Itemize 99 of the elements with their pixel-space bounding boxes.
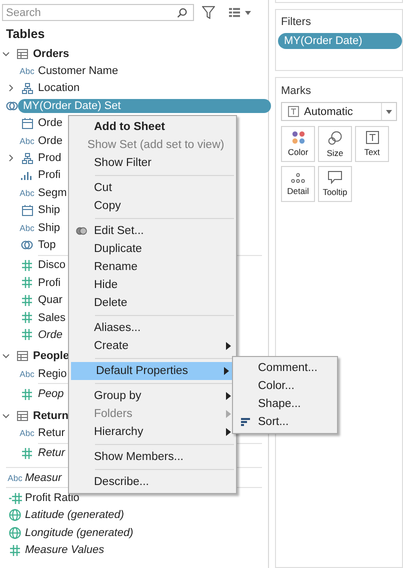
field-name[interactable]: Location <box>38 81 80 96</box>
data-type-label: Abc <box>20 66 34 76</box>
hash-icon <box>22 260 32 271</box>
menu-item[interactable]: Cut <box>69 179 236 197</box>
field-name[interactable]: Disco <box>38 258 66 272</box>
table-name[interactable]: Return <box>33 408 68 422</box>
grid-icon <box>229 8 240 17</box>
field-name[interactable]: Orde <box>38 328 62 342</box>
field-name[interactable]: Orde <box>38 134 62 148</box>
menu-item[interactable]: Sort... <box>233 413 337 431</box>
table-icon <box>16 351 28 362</box>
calendar-icon <box>22 118 32 129</box>
mark-type-dropdown[interactable]: Automatic <box>281 102 397 121</box>
search-icon <box>177 8 187 18</box>
hash-icon <box>22 312 32 324</box>
menu-item[interactable]: Copy <box>69 197 236 215</box>
field-name[interactable]: Retur <box>38 446 65 460</box>
mark-button[interactable]: Detail <box>281 166 315 202</box>
data-type-label: Abc <box>20 368 34 379</box>
hash-icon <box>10 544 20 556</box>
size-icon <box>328 130 342 144</box>
card-title: Marks <box>280 85 312 99</box>
set-icon <box>76 226 87 236</box>
menu-item[interactable]: Color... <box>233 377 337 395</box>
field-name[interactable]: Latitude (generated) <box>25 508 124 522</box>
hierarchy-icon <box>22 152 32 164</box>
section-heading: Tables <box>5 26 46 43</box>
table-icon <box>16 48 28 59</box>
set-icon <box>21 238 33 251</box>
field-name[interactable]: Ship <box>38 203 60 218</box>
card-title: Filters <box>280 16 312 30</box>
menu-item[interactable]: Describe... <box>69 473 236 491</box>
menu-item[interactable]: Show Filter <box>69 154 236 172</box>
field-name[interactable]: Sales <box>38 310 66 325</box>
menu-item[interactable]: Create <box>69 337 236 355</box>
field-name[interactable]: Measure Values <box>25 543 104 558</box>
menu-item[interactable]: Add to Sheet <box>69 118 236 136</box>
mark-button[interactable]: Tooltip <box>318 166 352 202</box>
menu-item[interactable]: Show Members... <box>69 448 236 466</box>
field-name[interactable]: Top <box>38 238 56 252</box>
menu-item[interactable]: Default Properties <box>71 362 234 380</box>
menu-item[interactable]: Group by <box>69 387 236 405</box>
globe-icon <box>9 509 21 522</box>
field-name[interactable]: Longitude (generated) <box>25 526 134 540</box>
field-name[interactable]: Prod <box>38 151 62 166</box>
bar-chart-icon <box>21 170 33 180</box>
menu-item[interactable]: Shape... <box>233 395 337 413</box>
field-name[interactable]: Retur <box>38 426 65 440</box>
field-name[interactable]: Profit Ratio <box>25 491 80 506</box>
menu-item[interactable]: Comment... <box>233 359 337 377</box>
text-icon <box>366 131 378 144</box>
hash-icon <box>22 388 32 400</box>
filter-icon <box>202 6 215 19</box>
field-name[interactable]: Customer Name <box>38 64 118 78</box>
view-toggle[interactable] <box>229 8 251 17</box>
data-type-label: Abc <box>20 222 34 233</box>
caret-icon <box>245 10 251 14</box>
sort-icon <box>241 418 250 426</box>
hash-icon <box>22 277 32 288</box>
data-type-label: Abc <box>20 136 34 146</box>
mark-button[interactable]: Text <box>355 126 389 162</box>
data-type-label: Abc <box>8 472 22 483</box>
globe-icon <box>9 526 21 539</box>
field-name[interactable]: Orde <box>38 116 62 130</box>
hash-icon <box>22 448 32 459</box>
field-name[interactable]: Regio <box>38 366 67 381</box>
field-name[interactable]: Ship <box>38 220 60 235</box>
hash-icon <box>22 294 32 306</box>
hash-icon <box>22 329 32 340</box>
tooltip-icon <box>328 171 342 184</box>
field-name[interactable]: Measur <box>25 470 62 485</box>
caret-icon <box>386 110 392 114</box>
menu-item[interactable]: Hierarchy <box>69 423 236 441</box>
search-field[interactable]: Search <box>2 4 194 21</box>
calendar-icon <box>22 204 32 216</box>
menu-item[interactable]: Rename <box>69 258 236 276</box>
menu-item[interactable]: Aliases... <box>69 319 236 337</box>
field-name[interactable]: Profi <box>38 168 61 182</box>
table-name[interactable]: People <box>33 349 70 364</box>
table-name[interactable]: Orders <box>33 46 70 61</box>
menu-item[interactable]: Delete <box>69 294 236 312</box>
menu-item[interactable]: Hide <box>69 276 236 294</box>
menu-item[interactable]: Duplicate <box>69 240 236 258</box>
mark-button[interactable]: Size <box>318 126 352 162</box>
table-icon <box>16 410 28 420</box>
field-name[interactable]: Segm <box>38 186 67 200</box>
field-name[interactable]: Peop <box>38 387 64 402</box>
hierarchy-icon <box>22 82 32 94</box>
data-type-label: Abc <box>20 428 34 438</box>
set-icon <box>6 100 18 112</box>
detail-icon <box>291 172 305 182</box>
mark-button[interactable]: Color <box>281 126 315 162</box>
calculated-field-icon <box>8 492 22 504</box>
text-mark-icon <box>288 106 299 117</box>
field-name[interactable]: Profi <box>38 276 61 290</box>
color-dots-icon <box>292 131 304 144</box>
data-type-label: Abc <box>20 188 34 198</box>
menu-item[interactable]: Edit Set... <box>69 222 236 240</box>
field-name[interactable]: Quar <box>38 293 62 308</box>
